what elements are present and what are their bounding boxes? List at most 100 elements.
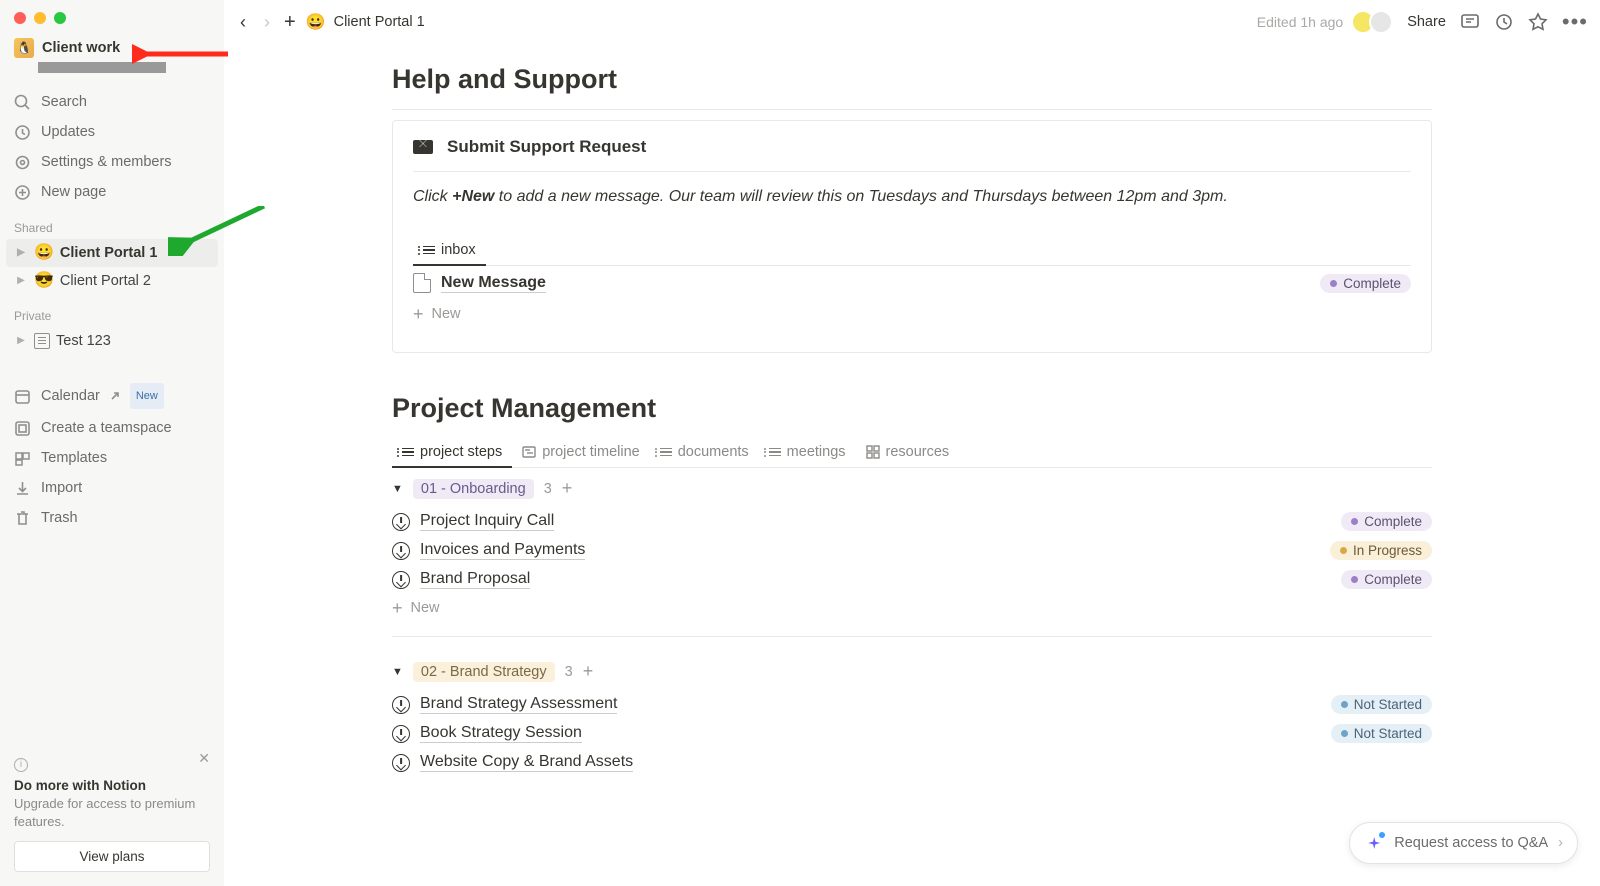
sidebar-updates[interactable]: Updates: [6, 117, 218, 147]
status-badge: Complete: [1341, 512, 1432, 531]
task-title: Website Copy & Brand Assets: [420, 753, 633, 772]
document-icon: [413, 273, 431, 293]
section-heading: Project Management: [392, 393, 1432, 424]
search-icon: [14, 94, 31, 111]
workspace-switcher[interactable]: 🐧 Client work: [0, 24, 224, 58]
info-icon: i: [14, 758, 28, 772]
promo-title: Do more with Notion: [14, 778, 210, 793]
tab-project-steps[interactable]: project steps: [392, 438, 512, 468]
task-icon: [392, 754, 410, 772]
database-tabs: inbox: [413, 236, 1411, 266]
forward-button[interactable]: ›: [260, 12, 274, 33]
tab-resources[interactable]: resources: [856, 438, 960, 468]
task-row[interactable]: Invoices and Payments In Progress: [392, 536, 1432, 565]
sidebar-calendar[interactable]: Calendar New: [6, 379, 218, 413]
view-plans-button[interactable]: View plans: [14, 841, 210, 872]
share-button[interactable]: Share: [1407, 14, 1446, 30]
sidebar-trash[interactable]: Trash: [6, 503, 218, 533]
comment-icon[interactable]: [1460, 12, 1480, 32]
breadcrumb-title: Client Portal 1: [334, 14, 425, 30]
star-icon[interactable]: [1528, 12, 1548, 32]
sidebar-new-page[interactable]: New page: [6, 177, 218, 207]
sidebar-import[interactable]: Import: [6, 473, 218, 503]
new-tab-button[interactable]: +: [284, 11, 296, 34]
sidebar-tool-label: Create a teamspace: [41, 417, 172, 439]
task-row[interactable]: Website Copy & Brand Assets: [392, 748, 1432, 777]
close-window[interactable]: [14, 12, 26, 24]
group-name[interactable]: 02 - Brand Strategy: [413, 662, 555, 682]
sidebar-search[interactable]: Search: [6, 87, 218, 117]
group-name[interactable]: 01 - Onboarding: [413, 479, 534, 499]
task-title: Book Strategy Session: [420, 724, 582, 743]
callout-body: Click +New to add a new message. Our tea…: [413, 188, 1411, 206]
sidebar-templates[interactable]: Templates: [6, 443, 218, 473]
tab-documents[interactable]: documents: [650, 438, 759, 468]
task-title: Brand Proposal: [420, 570, 530, 589]
support-callout: Submit Support Request Click +New to add…: [392, 120, 1432, 353]
upgrade-promo: ✕ i Do more with Notion Upgrade for acce…: [0, 744, 224, 886]
divider: [392, 109, 1432, 110]
sidebar-page-client-portal-1[interactable]: ▶ 😀 Client Portal 1: [6, 239, 218, 267]
sidebar-nav: Search Updates Settings & members New pa…: [0, 73, 224, 207]
task-icon: [392, 571, 410, 589]
qa-access-button[interactable]: Request access to Q&A ›: [1349, 822, 1578, 864]
add-to-group-button[interactable]: +: [562, 478, 573, 499]
list-icon: [769, 448, 781, 457]
history-icon[interactable]: [1494, 12, 1514, 32]
chevron-right-icon[interactable]: ▶: [14, 270, 28, 292]
group-count: 3: [565, 664, 573, 680]
minimize-window[interactable]: [34, 12, 46, 24]
task-row[interactable]: Brand Strategy Assessment Not Started: [392, 690, 1432, 719]
sidebar-tool-label: Import: [41, 477, 82, 499]
task-icon: [392, 513, 410, 531]
sidebar-page-client-portal-2[interactable]: ▶ 😎 Client Portal 2: [6, 267, 218, 295]
sidebar-nav-label: Updates: [41, 121, 95, 143]
toggle-icon[interactable]: ▼: [392, 483, 403, 495]
task-row[interactable]: Project Inquiry Call Complete: [392, 507, 1432, 536]
chevron-right-icon[interactable]: ▶: [14, 330, 28, 352]
board-icon: [866, 445, 880, 459]
sidebar-settings[interactable]: Settings & members: [6, 147, 218, 177]
sparkle-icon: [1364, 833, 1384, 853]
new-badge: New: [130, 383, 164, 409]
tab-project-timeline[interactable]: project timeline: [512, 438, 650, 468]
chevron-right-icon: ›: [1558, 835, 1563, 851]
presence-avatars[interactable]: [1357, 10, 1393, 34]
sidebar-create-teamspace[interactable]: Create a teamspace: [6, 413, 218, 443]
page-label: Test 123: [56, 330, 111, 352]
task-row[interactable]: Brand Proposal Complete: [392, 565, 1432, 594]
close-icon[interactable]: ✕: [198, 750, 210, 767]
back-button[interactable]: ‹: [236, 12, 250, 33]
new-task-button[interactable]: + New: [392, 594, 1432, 622]
database-row[interactable]: New Message Complete: [413, 266, 1411, 300]
task-icon: [392, 696, 410, 714]
status-badge: Not Started: [1331, 695, 1432, 714]
chevron-right-icon[interactable]: ▶: [14, 242, 28, 264]
tab-meetings[interactable]: meetings: [759, 438, 856, 468]
toggle-icon[interactable]: ▼: [392, 666, 403, 678]
plus-icon: +: [413, 307, 424, 321]
document-icon: [34, 333, 50, 349]
window-controls: [0, 0, 224, 24]
breadcrumb[interactable]: 😀 Client Portal 1: [306, 12, 425, 32]
tab-label: documents: [678, 444, 749, 460]
task-row[interactable]: Book Strategy Session Not Started: [392, 719, 1432, 748]
sidebar-nav-label: New page: [41, 181, 106, 203]
new-row-button[interactable]: + New: [413, 300, 1411, 328]
add-to-group-button[interactable]: +: [583, 661, 594, 682]
group-count: 3: [544, 481, 552, 497]
promo-body: Upgrade for access to premium features.: [14, 795, 210, 831]
task-icon: [392, 542, 410, 560]
sidebar-page-test-123[interactable]: ▶ Test 123: [6, 327, 218, 355]
tab-inbox[interactable]: inbox: [413, 236, 486, 266]
sidebar-nav-label: Search: [41, 91, 87, 113]
main: ‹ › + 😀 Client Portal 1 Edited 1h ago Sh…: [224, 0, 1600, 886]
status-badge: Not Started: [1331, 724, 1432, 743]
maximize-window[interactable]: [54, 12, 66, 24]
sidebar-section-shared: Shared: [0, 207, 224, 239]
more-icon[interactable]: •••: [1562, 9, 1588, 35]
plus-circle-icon: [14, 184, 31, 201]
plus-icon: +: [392, 601, 403, 615]
tab-label: project timeline: [542, 444, 640, 460]
mail-icon: [413, 140, 433, 154]
